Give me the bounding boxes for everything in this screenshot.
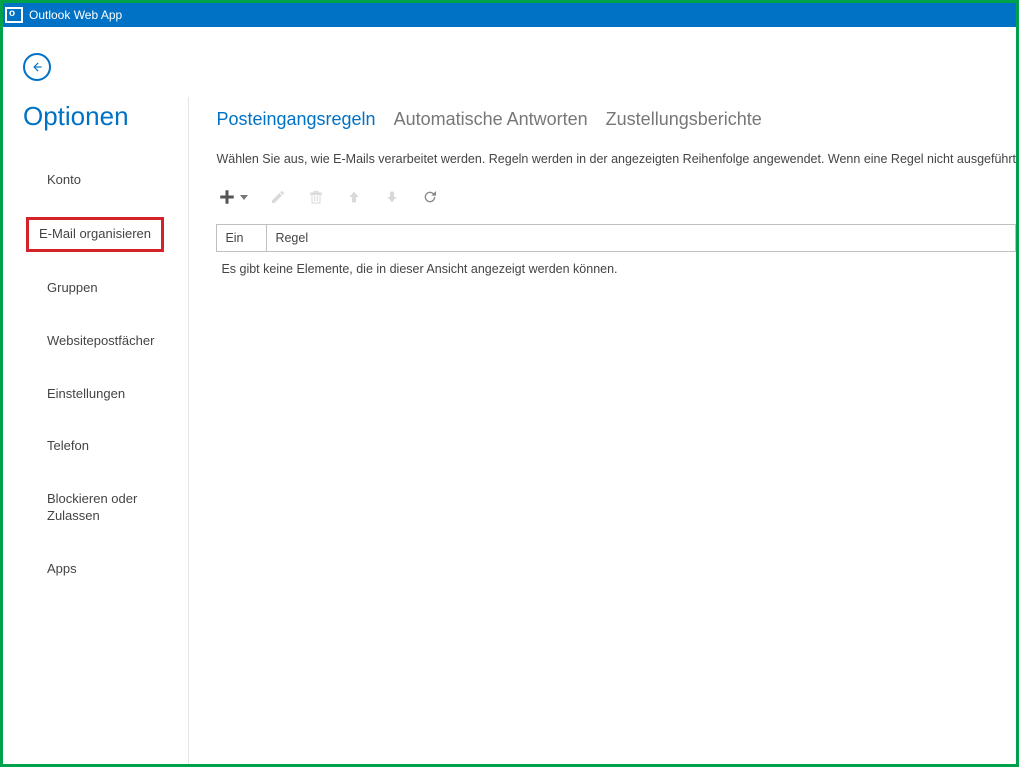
- app-window: Outlook Web App Optionen Konto E-Mail or…: [0, 0, 1019, 767]
- outlook-logo-icon: [5, 7, 23, 23]
- back-arrow-icon: [30, 60, 44, 74]
- content-area: Optionen Konto E-Mail organisieren Grupp…: [3, 27, 1016, 764]
- tab-inbox-rules[interactable]: Posteingangsregeln: [216, 109, 375, 130]
- trash-icon: [308, 189, 324, 205]
- move-down-button[interactable]: [384, 189, 400, 205]
- refresh-icon: [422, 189, 438, 205]
- sidebar-title: Optionen: [23, 101, 188, 132]
- sidebar-item-phone[interactable]: Telefon: [41, 430, 95, 463]
- sidebar-item-apps[interactable]: Apps: [41, 553, 83, 586]
- sidebar-item-groups[interactable]: Gruppen: [41, 272, 104, 305]
- tab-bar: Posteingangsregeln Automatische Antworte…: [216, 109, 1016, 130]
- tab-auto-replies[interactable]: Automatische Antworten: [394, 109, 588, 130]
- plus-icon: [218, 188, 236, 206]
- app-title: Outlook Web App: [29, 8, 122, 22]
- edit-rule-button[interactable]: [270, 189, 286, 205]
- tab-delivery-reports[interactable]: Zustellungsberichte: [606, 109, 762, 130]
- chevron-down-icon: [240, 195, 248, 200]
- pencil-icon: [270, 189, 286, 205]
- sidebar: Optionen Konto E-Mail organisieren Grupp…: [3, 97, 189, 764]
- sidebar-item-settings[interactable]: Einstellungen: [41, 378, 131, 411]
- titlebar: Outlook Web App: [3, 3, 1016, 27]
- back-row: [3, 27, 1016, 97]
- rules-grid-header: Ein Regel: [217, 225, 1015, 251]
- main-area: Optionen Konto E-Mail organisieren Grupp…: [3, 97, 1016, 764]
- arrow-down-icon: [384, 189, 400, 205]
- detail-pane: Posteingangsregeln Automatische Antworte…: [189, 97, 1016, 764]
- sidebar-item-organize-email[interactable]: E-Mail organisieren: [26, 217, 164, 252]
- delete-rule-button[interactable]: [308, 189, 324, 205]
- rules-grid: Ein Regel: [216, 224, 1016, 252]
- arrow-up-icon: [346, 189, 362, 205]
- sidebar-item-site-mailboxes[interactable]: Websitepostfächer: [41, 325, 160, 358]
- back-button[interactable]: [23, 53, 51, 81]
- sidebar-item-account[interactable]: Konto: [41, 164, 87, 197]
- move-up-button[interactable]: [346, 189, 362, 205]
- refresh-button[interactable]: [422, 189, 438, 205]
- rules-toolbar: [216, 180, 1016, 214]
- sidebar-item-block-allow[interactable]: Blockieren oder Zulassen: [41, 483, 171, 533]
- column-header-rule[interactable]: Regel: [267, 225, 1015, 251]
- description-text: Wählen Sie aus, wie E-Mails verarbeitet …: [216, 152, 1016, 166]
- add-rule-button[interactable]: [218, 188, 248, 206]
- column-header-on[interactable]: Ein: [217, 225, 267, 251]
- grid-empty-message: Es gibt keine Elemente, die in dieser An…: [216, 252, 1016, 286]
